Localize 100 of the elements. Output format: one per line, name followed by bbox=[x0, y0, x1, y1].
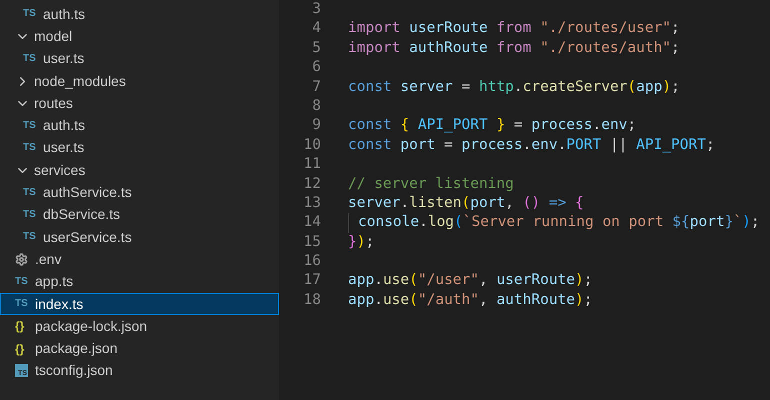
line-number: 4 bbox=[311, 19, 321, 38]
file-item[interactable]: TS dbService.ts bbox=[0, 204, 279, 226]
code-token: ; bbox=[706, 136, 715, 155]
typescript-file-icon: TS bbox=[15, 299, 31, 309]
typescript-file-icon: TS bbox=[23, 188, 39, 198]
line-number: 5 bbox=[311, 38, 321, 58]
code-token: use bbox=[382, 271, 410, 290]
code-token: , bbox=[478, 290, 489, 310]
code-token: ) bbox=[575, 290, 584, 310]
line-number: 17 bbox=[302, 271, 321, 290]
json-file-icon: {} bbox=[15, 342, 31, 355]
code-token: import bbox=[348, 38, 402, 58]
code-token: ( bbox=[627, 78, 636, 97]
line-number: 9 bbox=[311, 116, 321, 136]
file-item[interactable]: TS auth.ts bbox=[0, 3, 279, 26]
file-item[interactable]: .env bbox=[0, 248, 279, 271]
code-token: http bbox=[478, 78, 514, 97]
code-token: ; bbox=[365, 232, 374, 252]
code-token: port bbox=[690, 213, 725, 232]
code-token: createServer bbox=[522, 78, 628, 97]
code-token: ) bbox=[662, 78, 672, 97]
code-token: "/auth" bbox=[418, 290, 479, 310]
line-number: 13 bbox=[302, 194, 321, 213]
code-token: . bbox=[514, 78, 523, 97]
line-number: 14 bbox=[302, 213, 321, 232]
code-token: app bbox=[348, 290, 374, 310]
line-number: 12 bbox=[302, 174, 321, 194]
code-token: ( bbox=[409, 290, 418, 310]
code-token: ( bbox=[409, 271, 418, 290]
code-token: log bbox=[428, 213, 454, 232]
code-token: ( bbox=[454, 213, 463, 232]
code-token: userRoute bbox=[496, 271, 576, 290]
code-token: , bbox=[478, 271, 489, 290]
file-item[interactable]: TS userService.ts bbox=[0, 226, 279, 248]
code-token: { bbox=[400, 116, 410, 136]
code-token: ) bbox=[575, 271, 584, 290]
typescript-file-icon: TS bbox=[23, 142, 39, 153]
code-token: PORT bbox=[566, 136, 602, 155]
code-token: . bbox=[400, 194, 410, 213]
code-token: } bbox=[348, 232, 357, 252]
code-token: ; bbox=[750, 213, 760, 232]
code-token: app bbox=[348, 271, 374, 290]
code-token: . bbox=[374, 271, 383, 290]
code-token: "/user" bbox=[418, 271, 479, 290]
code-token: . bbox=[558, 136, 566, 155]
code-token: ; bbox=[584, 290, 592, 310]
code-token: server bbox=[400, 78, 453, 97]
code-token: ; bbox=[671, 19, 680, 38]
folder-item[interactable]: model bbox=[0, 25, 279, 48]
code-token: ) bbox=[356, 232, 366, 252]
file-item[interactable]: TS authService.ts bbox=[0, 181, 279, 204]
code-token: ; bbox=[627, 116, 636, 136]
folder-item[interactable]: services bbox=[0, 159, 279, 182]
json-file-icon: {} bbox=[15, 320, 31, 332]
code-token: listen bbox=[409, 194, 462, 213]
code-token: { bbox=[575, 194, 584, 213]
file-item[interactable]: TS user.ts bbox=[0, 48, 279, 70]
code-token: ` bbox=[733, 213, 742, 232]
code-token: use bbox=[382, 290, 410, 310]
file-item[interactable]: TS index.ts bbox=[0, 292, 279, 316]
code-token: server bbox=[348, 194, 400, 213]
code-token: API_PORT bbox=[636, 136, 706, 155]
code-token: ; bbox=[671, 38, 680, 58]
line-number: 8 bbox=[311, 96, 321, 116]
code-token: } bbox=[496, 116, 506, 136]
code-token: = bbox=[443, 136, 454, 155]
code-token: `Server running on port bbox=[462, 213, 665, 232]
line-number: 16 bbox=[302, 252, 321, 272]
typescript-file-icon: TS bbox=[23, 210, 39, 220]
code-token: authRoute bbox=[496, 290, 576, 310]
code-token: "./routes/user" bbox=[540, 19, 672, 38]
file-item[interactable]: TS user.ts bbox=[0, 136, 279, 160]
code-token: => bbox=[548, 194, 568, 213]
code-token: . bbox=[522, 136, 532, 155]
file-item[interactable]: {} package.json bbox=[0, 337, 279, 360]
code-token: = bbox=[460, 78, 472, 97]
file-item[interactable]: {} package-lock.json bbox=[0, 315, 279, 338]
file-item[interactable]: TS auth.ts bbox=[0, 114, 279, 137]
code-token: ${ bbox=[672, 213, 690, 232]
code-token: const bbox=[348, 78, 393, 97]
typescript-file-icon: TS bbox=[23, 120, 39, 131]
code-token: authRoute bbox=[409, 38, 489, 58]
folder-item[interactable]: routes bbox=[0, 92, 279, 114]
code-token: () bbox=[522, 194, 542, 213]
file-item[interactable]: TS app.ts bbox=[0, 270, 279, 293]
line-number: 18 bbox=[302, 290, 321, 310]
line-number: 15 bbox=[302, 232, 321, 252]
line-number: 7 bbox=[311, 78, 321, 97]
line-number: 3 bbox=[311, 0, 321, 19]
code-token: process bbox=[462, 136, 523, 155]
code-token: ) bbox=[742, 213, 751, 232]
typescript-file-icon: TS bbox=[23, 232, 39, 242]
folder-item[interactable]: node_modules bbox=[0, 70, 279, 92]
code-token: // server listening bbox=[348, 174, 514, 194]
code-token: "./routes/auth" bbox=[540, 38, 672, 58]
line-number: 11 bbox=[302, 155, 321, 174]
code-token: port bbox=[400, 136, 436, 155]
code-token: userRoute bbox=[409, 19, 489, 38]
code-token: process bbox=[531, 116, 592, 136]
code-token: ; bbox=[671, 78, 680, 97]
